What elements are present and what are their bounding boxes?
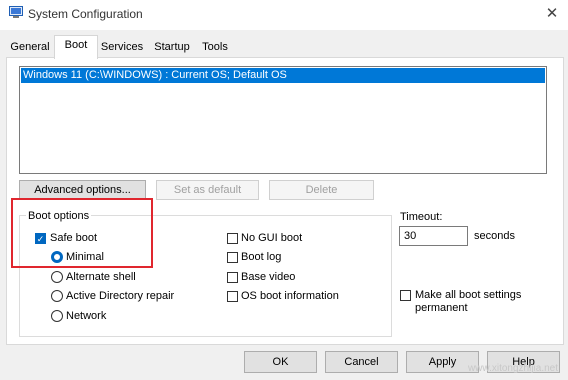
make-permanent-checkbox[interactable] bbox=[400, 290, 411, 301]
set-as-default-button[interactable]: Set as default bbox=[156, 180, 259, 200]
make-permanent-label-line2: permanent bbox=[415, 302, 468, 314]
network-label: Network bbox=[66, 310, 107, 322]
no-gui-boot-label: No GUI boot bbox=[241, 232, 303, 244]
watermark: www.xitongzhijia.net bbox=[467, 363, 558, 374]
ok-button[interactable]: OK bbox=[244, 351, 317, 373]
tab-general[interactable]: General bbox=[7, 38, 53, 56]
advanced-options-button[interactable]: Advanced options... bbox=[19, 180, 146, 200]
active-directory-repair-label: Active Directory repair bbox=[66, 290, 175, 302]
tab-boot[interactable]: Boot bbox=[54, 35, 98, 59]
base-video-checkbox[interactable] bbox=[227, 272, 238, 283]
base-video-label: Base video bbox=[241, 271, 296, 283]
os-boot-information-checkbox[interactable] bbox=[227, 291, 238, 302]
close-icon[interactable]: ✕ bbox=[540, 2, 564, 26]
cancel-button[interactable]: Cancel bbox=[325, 351, 398, 373]
alternate-shell-label: Alternate shell bbox=[66, 271, 136, 283]
alternate-shell-radio[interactable] bbox=[51, 271, 63, 283]
seconds-label: seconds bbox=[474, 230, 515, 242]
list-item[interactable]: Windows 11 (C:\WINDOWS) : Current OS; De… bbox=[21, 68, 545, 83]
boot-os-list[interactable]: Windows 11 (C:\WINDOWS) : Current OS; De… bbox=[19, 66, 547, 174]
tab-tools[interactable]: Tools bbox=[197, 38, 233, 56]
no-gui-boot-checkbox[interactable] bbox=[227, 233, 238, 244]
tab-startup[interactable]: Startup bbox=[149, 38, 195, 56]
os-boot-information-label: OS boot information bbox=[241, 290, 339, 302]
timeout-input[interactable]: 30 bbox=[399, 226, 468, 246]
make-permanent-label-line1: Make all boot settings bbox=[415, 289, 522, 301]
active-directory-repair-radio[interactable] bbox=[51, 290, 63, 302]
boot-log-label: Boot log bbox=[241, 251, 282, 263]
timeout-label: Timeout: bbox=[400, 211, 443, 223]
tab-services[interactable]: Services bbox=[98, 38, 146, 56]
system-configuration-icon bbox=[9, 6, 23, 19]
highlight-box bbox=[11, 198, 153, 268]
network-radio[interactable] bbox=[51, 310, 63, 322]
boot-log-checkbox[interactable] bbox=[227, 252, 238, 263]
window-title: System Configuration bbox=[28, 7, 143, 21]
delete-button[interactable]: Delete bbox=[269, 180, 374, 200]
